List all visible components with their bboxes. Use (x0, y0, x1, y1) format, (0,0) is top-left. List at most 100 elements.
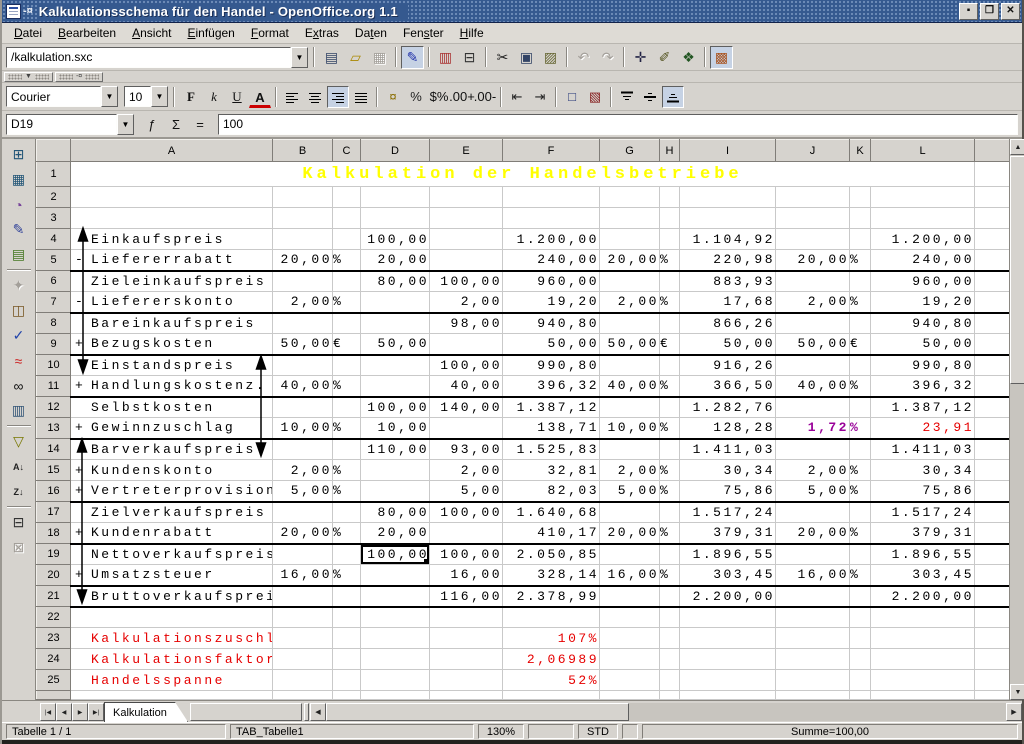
status-selection-mode[interactable]: STD (578, 724, 618, 739)
first-sheet-icon[interactable]: |◀ (40, 703, 56, 721)
row-header-3[interactable]: 3 (37, 208, 71, 229)
cell-I12[interactable]: 1.282,76 (680, 397, 776, 418)
cell-H13[interactable]: % (660, 418, 680, 439)
cell-L19[interactable]: 1.896,55 (871, 544, 975, 565)
cell-M6[interactable] (975, 271, 1010, 292)
cell-L13[interactable]: 23,91 (871, 418, 975, 439)
cell-I13[interactable]: 128,28 (680, 418, 776, 439)
cell-M15[interactable] (975, 460, 1010, 481)
cell-B5[interactable]: 20,00 (273, 250, 333, 271)
cell-B12[interactable] (273, 397, 333, 418)
cell-E2[interactable] (430, 187, 503, 208)
cell-F8[interactable]: 940,80 (503, 313, 600, 334)
cell-C14[interactable] (333, 439, 361, 460)
cell-F6[interactable]: 960,00 (503, 271, 600, 292)
find-replace-icon[interactable]: ∞ (6, 373, 32, 398)
cell-A11[interactable]: +Handlungskostenz. (71, 376, 273, 397)
cell-C20[interactable]: % (333, 565, 361, 586)
row-header-10[interactable]: 10 (37, 355, 71, 376)
url-field[interactable]: /kalkulation.sxc (6, 47, 291, 68)
hyperlink-dialog-icon[interactable]: ❖ (677, 46, 700, 69)
cell-C10[interactable] (333, 355, 361, 376)
vertical-scrollbar[interactable]: ▲ ▼ (1009, 139, 1024, 700)
cell-A25[interactable]: Handelsspanne (71, 670, 273, 691)
data-sources-icon[interactable]: ▥ (6, 398, 32, 423)
cell-F5[interactable]: 240,00 (503, 250, 600, 271)
cell-B3[interactable] (273, 208, 333, 229)
spellcheck-icon[interactable]: ✓ (6, 323, 32, 348)
cell-I19[interactable]: 1.896,55 (680, 544, 776, 565)
increase-indent-icon[interactable]: ⇥ (529, 86, 551, 108)
cell-J2[interactable] (776, 187, 850, 208)
cell-K22[interactable] (850, 607, 871, 628)
cell-K4[interactable] (850, 229, 871, 250)
cell-K9[interactable]: € (850, 334, 871, 355)
cell-A22[interactable] (71, 607, 273, 628)
cell-I24[interactable] (680, 649, 776, 670)
cell-A5[interactable]: -Liefererrabatt (71, 250, 273, 271)
font-name-dropdown-icon[interactable]: ▼ (101, 86, 118, 107)
cell-F7[interactable]: 19,20 (503, 292, 600, 313)
cell-I5[interactable]: 220,98 (680, 250, 776, 271)
cell-M12[interactable] (975, 397, 1010, 418)
cell-F24[interactable]: 2,06989 (503, 649, 600, 670)
font-name-combo[interactable]: Courier ▼ (6, 86, 118, 107)
cell-A7[interactable]: -Liefererskonto (71, 292, 273, 313)
cell-C4[interactable] (333, 229, 361, 250)
cell-K18[interactable]: % (850, 523, 871, 544)
cell-K20[interactable]: % (850, 565, 871, 586)
row-header-17[interactable]: 17 (37, 502, 71, 523)
cell-L16[interactable]: 75,86 (871, 481, 975, 502)
cell-H6[interactable] (660, 271, 680, 292)
cell-M5[interactable] (975, 250, 1010, 271)
cell-K7[interactable]: % (850, 292, 871, 313)
cell-D15[interactable] (361, 460, 430, 481)
cell-B17[interactable] (273, 502, 333, 523)
font-size-dropdown-icon[interactable]: ▼ (151, 86, 168, 107)
cell-F23[interactable]: 107% (503, 628, 600, 649)
choose-themes-icon[interactable]: ◫ (6, 298, 32, 323)
equals-icon[interactable]: = (189, 113, 211, 135)
cell-A21[interactable]: Bruttoverkaufspreis (71, 586, 273, 607)
number-currency-icon[interactable]: ¤ (382, 86, 404, 108)
autofilter-icon[interactable]: ▽ (6, 429, 32, 454)
cell-I20[interactable]: 303,45 (680, 565, 776, 586)
cell-D17[interactable]: 80,00 (361, 502, 430, 523)
cell-M24[interactable] (975, 649, 1010, 670)
cell-A8[interactable]: Bareinkaufspreis (71, 313, 273, 334)
cell-C8[interactable] (333, 313, 361, 334)
cell-J18[interactable]: 20,00 (776, 523, 850, 544)
cell-E21[interactable]: 116,00 (430, 586, 503, 607)
cell-B16[interactable]: 5,00 (273, 481, 333, 502)
cell[interactable] (776, 691, 850, 700)
cell-C11[interactable]: % (333, 376, 361, 397)
cell-G3[interactable] (600, 208, 660, 229)
decrease-indent-icon[interactable]: ⇤ (506, 86, 528, 108)
cell-G4[interactable] (600, 229, 660, 250)
cell[interactable] (503, 691, 600, 700)
cell-J11[interactable]: 40,00 (776, 376, 850, 397)
cell-reference[interactable]: D19 (6, 114, 117, 135)
cell-G23[interactable] (600, 628, 660, 649)
cell-M11[interactable] (975, 376, 1010, 397)
insert-cells-icon[interactable]: ▦ (6, 167, 32, 192)
cell-K12[interactable] (850, 397, 871, 418)
cell-K2[interactable] (850, 187, 871, 208)
align-bottom-icon[interactable] (662, 86, 684, 108)
cell-D16[interactable] (361, 481, 430, 502)
cell-J25[interactable] (776, 670, 850, 691)
cell-E20[interactable]: 16,00 (430, 565, 503, 586)
column-header-I[interactable]: I (680, 140, 776, 162)
cell-D19-selected[interactable]: 100,00 (361, 544, 430, 565)
cell-H9[interactable]: € (660, 334, 680, 355)
cell-D13[interactable]: 10,00 (361, 418, 430, 439)
cell[interactable] (430, 691, 503, 700)
cell-H22[interactable] (660, 607, 680, 628)
edit-file-icon[interactable]: ✎ (401, 46, 424, 69)
cell-B15[interactable]: 2,00 (273, 460, 333, 481)
cell-L11[interactable]: 396,32 (871, 376, 975, 397)
menu-einfgen[interactable]: Einfügen (179, 24, 242, 42)
column-header-G[interactable]: G (600, 140, 660, 162)
menu-ansicht[interactable]: Ansicht (124, 24, 179, 42)
cell-H15[interactable]: % (660, 460, 680, 481)
